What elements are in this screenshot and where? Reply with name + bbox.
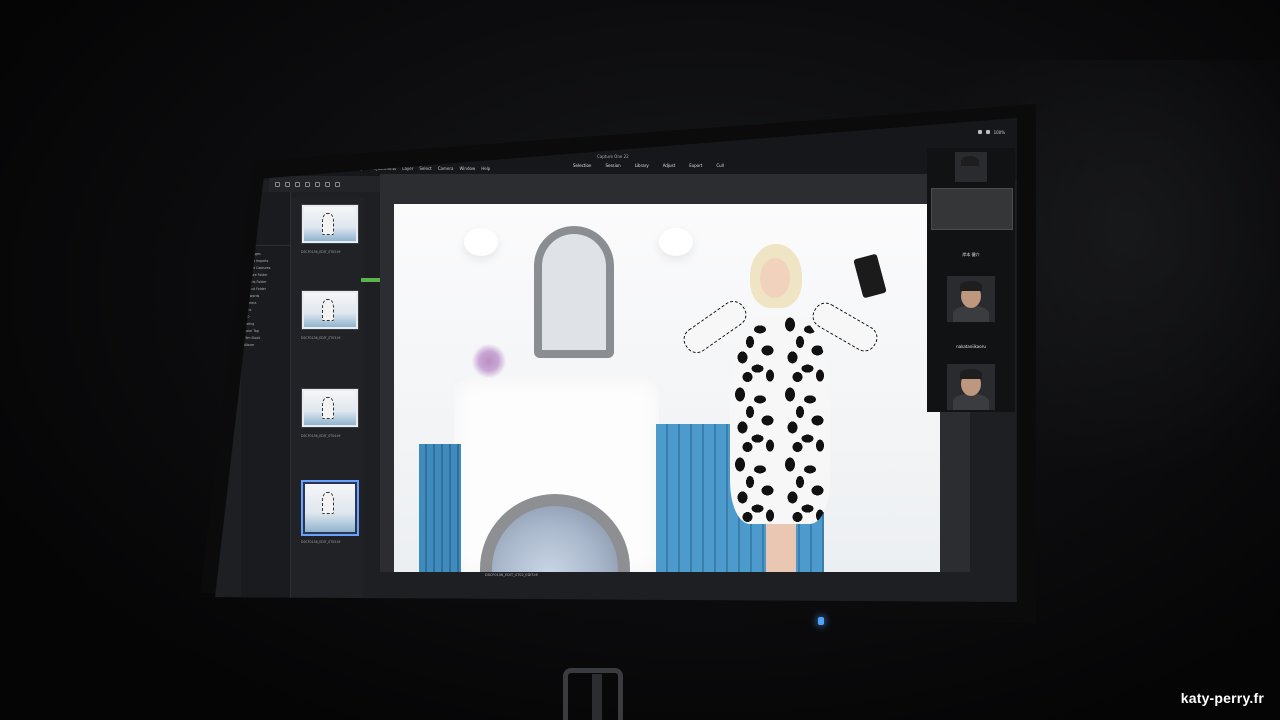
photo-sconce <box>464 228 498 256</box>
tab-cull[interactable]: Cull <box>714 162 726 169</box>
collection-item[interactable]: Album <box>241 341 290 348</box>
thumbnail-figure <box>322 298 335 321</box>
call-tile[interactable] <box>947 276 995 322</box>
rotate-tool-icon[interactable] <box>295 181 300 187</box>
menu-item[interactable]: Select <box>419 166 431 171</box>
participant-name: 岸本 健介 <box>962 252 980 257</box>
module-tabs: Selection Session Library Adjust Export … <box>571 162 726 169</box>
monitor-stand-neck <box>592 674 602 720</box>
crop-tool-icon[interactable] <box>285 181 290 187</box>
thumbnail-selected[interactable] <box>301 480 359 536</box>
avatar <box>961 156 979 166</box>
viewer-file-name: DSCF0156_EDIT_ST02_EDIT.tif <box>485 573 538 577</box>
monitor-screen: Capture One 22 File Edit View Image Adju… <box>215 118 1017 602</box>
monitor-power-led <box>818 617 824 625</box>
tab-export[interactable]: Export <box>687 162 704 169</box>
subject-dalmatian-dress <box>730 314 830 524</box>
avatar <box>953 306 989 322</box>
subject-face <box>760 258 790 298</box>
menu-item[interactable]: Help <box>481 166 490 171</box>
pan-tool-icon[interactable] <box>275 181 280 187</box>
thumbnail-caption: DSCF0156_EDIT_ST02.tif <box>301 250 341 254</box>
image-viewer[interactable] <box>380 174 970 572</box>
undo-icon[interactable] <box>325 181 330 187</box>
collection-item[interactable]: Rating <box>241 320 290 327</box>
menu-item[interactable]: Camera <box>438 166 454 171</box>
call-tile[interactable] <box>955 152 987 182</box>
photo-flowers <box>472 344 506 378</box>
video-call-strip: 岸本 健介 nakataniikaoru <box>927 148 1015 412</box>
wifi-icon[interactable] <box>977 130 982 134</box>
thumbnail-caption: DSCF0156_EDIT_ST03.tif <box>301 336 341 340</box>
battery-icon[interactable] <box>985 130 990 134</box>
subject-legs <box>766 524 796 572</box>
tab-adjust[interactable]: Adjust <box>661 162 678 169</box>
thumbnail-figure <box>322 396 335 419</box>
picker-tool-icon[interactable] <box>315 181 320 187</box>
avatar <box>953 394 989 410</box>
call-tile[interactable] <box>947 364 995 410</box>
redo-icon[interactable] <box>335 181 340 187</box>
avatar <box>960 281 982 291</box>
collection-item[interactable]: Film Stock <box>241 334 290 341</box>
shared-screen-tile[interactable] <box>931 188 1013 230</box>
status-bar-right: 100% <box>977 130 1005 135</box>
watermark: katy-perry.fr <box>1180 690 1264 706</box>
thumbnail-caption: DSCF0156_EDIT_ST05.tif <box>301 540 341 544</box>
battery-percent: 100% <box>993 130 1005 135</box>
avatar <box>960 369 982 379</box>
main-photo[interactable] <box>394 204 940 572</box>
window-title: Capture One 22 <box>597 154 629 159</box>
participant-name: nakataniikaoru <box>956 344 986 349</box>
tab-library[interactable]: Library <box>633 162 651 169</box>
tab-session[interactable]: Session <box>603 162 622 169</box>
photo-subject <box>678 244 887 572</box>
thumbnail[interactable] <box>301 290 359 330</box>
brush-tool-icon[interactable] <box>305 181 310 187</box>
tab-selection[interactable]: Selection <box>571 162 593 169</box>
thumbnail[interactable] <box>301 204 359 244</box>
thumbnail[interactable] <box>301 388 359 428</box>
collection-item[interactable]: Color Tag <box>241 327 290 334</box>
thumbnail-figure <box>322 212 335 235</box>
photo-cabinet-left <box>419 444 461 572</box>
filmstrip: DSCF0156_EDIT_ST02.tif DSCF0156_EDIT_ST0… <box>291 198 363 598</box>
photo-mirror <box>534 226 614 358</box>
thumbnail-figure <box>322 492 335 515</box>
thumbnail-caption: DSCF0156_EDIT_ST04.tif <box>301 434 341 438</box>
menu-item[interactable]: Window <box>459 166 475 171</box>
collection-item[interactable]: ISO <box>241 313 290 320</box>
